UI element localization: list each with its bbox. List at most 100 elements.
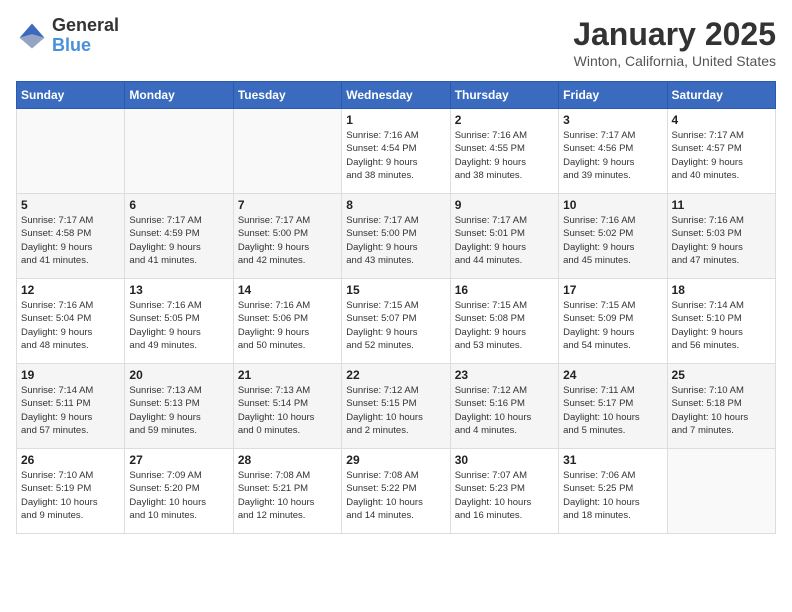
calendar-cell: 6 Sunrise: 7:17 AM Sunset: 4:59 PM Daylig… bbox=[125, 194, 233, 279]
weekday-header: Saturday bbox=[667, 82, 775, 109]
cell-content: Sunrise: 7:13 AM Sunset: 5:13 PM Dayligh… bbox=[129, 384, 228, 437]
cell-content: Sunrise: 7:16 AM Sunset: 5:03 PM Dayligh… bbox=[672, 214, 771, 267]
day-number: 12 bbox=[21, 283, 120, 297]
day-number: 22 bbox=[346, 368, 445, 382]
calendar-week-row: 19 Sunrise: 7:14 AM Sunset: 5:11 PM Dayli… bbox=[17, 364, 776, 449]
logo-line1: General bbox=[52, 16, 119, 36]
day-number: 15 bbox=[346, 283, 445, 297]
cell-content: Sunrise: 7:06 AM Sunset: 5:25 PM Dayligh… bbox=[563, 469, 662, 522]
cell-content: Sunrise: 7:08 AM Sunset: 5:22 PM Dayligh… bbox=[346, 469, 445, 522]
cell-content: Sunrise: 7:15 AM Sunset: 5:08 PM Dayligh… bbox=[455, 299, 554, 352]
weekday-header-row: SundayMondayTuesdayWednesdayThursdayFrid… bbox=[17, 82, 776, 109]
calendar-cell: 27 Sunrise: 7:09 AM Sunset: 5:20 PM Dayli… bbox=[125, 449, 233, 534]
day-number: 27 bbox=[129, 453, 228, 467]
cell-content: Sunrise: 7:12 AM Sunset: 5:16 PM Dayligh… bbox=[455, 384, 554, 437]
calendar-cell: 31 Sunrise: 7:06 AM Sunset: 5:25 PM Dayli… bbox=[559, 449, 667, 534]
calendar-cell: 14 Sunrise: 7:16 AM Sunset: 5:06 PM Dayli… bbox=[233, 279, 341, 364]
weekday-header: Tuesday bbox=[233, 82, 341, 109]
weekday-header: Wednesday bbox=[342, 82, 450, 109]
cell-content: Sunrise: 7:17 AM Sunset: 4:59 PM Dayligh… bbox=[129, 214, 228, 267]
cell-content: Sunrise: 7:17 AM Sunset: 4:57 PM Dayligh… bbox=[672, 129, 771, 182]
weekday-header: Friday bbox=[559, 82, 667, 109]
day-number: 4 bbox=[672, 113, 771, 127]
calendar-cell: 17Sunrise: 7:15 AM Sunset: 5:09 PM Dayli… bbox=[559, 279, 667, 364]
cell-content: Sunrise: 7:16 AM Sunset: 5:05 PM Dayligh… bbox=[129, 299, 228, 352]
day-number: 24 bbox=[563, 368, 662, 382]
cell-content: Sunrise: 7:16 AM Sunset: 5:02 PM Dayligh… bbox=[563, 214, 662, 267]
day-number: 20 bbox=[129, 368, 228, 382]
logo-text: General Blue bbox=[52, 16, 119, 56]
day-number: 16 bbox=[455, 283, 554, 297]
page-subtitle: Winton, California, United States bbox=[573, 53, 776, 69]
logo-icon bbox=[16, 20, 48, 52]
calendar-cell: 11 Sunrise: 7:16 AM Sunset: 5:03 PM Dayli… bbox=[667, 194, 775, 279]
day-number: 6 bbox=[129, 198, 228, 212]
cell-content: Sunrise: 7:11 AM Sunset: 5:17 PM Dayligh… bbox=[563, 384, 662, 437]
cell-content: Sunrise: 7:12 AM Sunset: 5:15 PM Dayligh… bbox=[346, 384, 445, 437]
logo: General Blue bbox=[16, 16, 119, 56]
cell-content: Sunrise: 7:17 AM Sunset: 4:58 PM Dayligh… bbox=[21, 214, 120, 267]
day-number: 1 bbox=[346, 113, 445, 127]
cell-content: Sunrise: 7:08 AM Sunset: 5:21 PM Dayligh… bbox=[238, 469, 337, 522]
cell-content: Sunrise: 7:15 AM Sunset: 5:09 PM Dayligh… bbox=[563, 299, 662, 352]
day-number: 31 bbox=[563, 453, 662, 467]
weekday-header: Sunday bbox=[17, 82, 125, 109]
calendar-cell: 20 Sunrise: 7:13 AM Sunset: 5:13 PM Dayli… bbox=[125, 364, 233, 449]
calendar-table: SundayMondayTuesdayWednesdayThursdayFrid… bbox=[16, 81, 776, 534]
cell-content: Sunrise: 7:13 AM Sunset: 5:14 PM Dayligh… bbox=[238, 384, 337, 437]
day-number: 28 bbox=[238, 453, 337, 467]
page-title: January 2025 bbox=[573, 16, 776, 53]
calendar-body: 1 Sunrise: 7:16 AM Sunset: 4:54 PM Daylig… bbox=[17, 109, 776, 534]
cell-content: Sunrise: 7:14 AM Sunset: 5:10 PM Dayligh… bbox=[672, 299, 771, 352]
cell-content: Sunrise: 7:17 AM Sunset: 5:00 PM Dayligh… bbox=[346, 214, 445, 267]
cell-content: Sunrise: 7:16 AM Sunset: 5:06 PM Dayligh… bbox=[238, 299, 337, 352]
calendar-header: SundayMondayTuesdayWednesdayThursdayFrid… bbox=[17, 82, 776, 109]
calendar-week-row: 26Sunrise: 7:10 AM Sunset: 5:19 PM Dayli… bbox=[17, 449, 776, 534]
weekday-header: Thursday bbox=[450, 82, 558, 109]
calendar-cell: 4 Sunrise: 7:17 AM Sunset: 4:57 PM Daylig… bbox=[667, 109, 775, 194]
calendar-cell: 26Sunrise: 7:10 AM Sunset: 5:19 PM Dayli… bbox=[17, 449, 125, 534]
day-number: 29 bbox=[346, 453, 445, 467]
calendar-cell: 16 Sunrise: 7:15 AM Sunset: 5:08 PM Dayli… bbox=[450, 279, 558, 364]
calendar-cell: 22 Sunrise: 7:12 AM Sunset: 5:15 PM Dayli… bbox=[342, 364, 450, 449]
calendar-cell: 2 Sunrise: 7:16 AM Sunset: 4:55 PM Daylig… bbox=[450, 109, 558, 194]
cell-content: Sunrise: 7:10 AM Sunset: 5:19 PM Dayligh… bbox=[21, 469, 120, 522]
day-number: 7 bbox=[238, 198, 337, 212]
cell-content: Sunrise: 7:16 AM Sunset: 5:04 PM Dayligh… bbox=[21, 299, 120, 352]
calendar-cell: 28 Sunrise: 7:08 AM Sunset: 5:21 PM Dayli… bbox=[233, 449, 341, 534]
cell-content: Sunrise: 7:16 AM Sunset: 4:55 PM Dayligh… bbox=[455, 129, 554, 182]
calendar-cell: 12 Sunrise: 7:16 AM Sunset: 5:04 PM Dayli… bbox=[17, 279, 125, 364]
calendar-cell bbox=[17, 109, 125, 194]
cell-content: Sunrise: 7:09 AM Sunset: 5:20 PM Dayligh… bbox=[129, 469, 228, 522]
calendar-cell: 5 Sunrise: 7:17 AM Sunset: 4:58 PM Daylig… bbox=[17, 194, 125, 279]
cell-content: Sunrise: 7:14 AM Sunset: 5:11 PM Dayligh… bbox=[21, 384, 120, 437]
calendar-cell: 21Sunrise: 7:13 AM Sunset: 5:14 PM Dayli… bbox=[233, 364, 341, 449]
day-number: 9 bbox=[455, 198, 554, 212]
calendar-week-row: 1 Sunrise: 7:16 AM Sunset: 4:54 PM Daylig… bbox=[17, 109, 776, 194]
day-number: 11 bbox=[672, 198, 771, 212]
day-number: 2 bbox=[455, 113, 554, 127]
day-number: 19 bbox=[21, 368, 120, 382]
cell-content: Sunrise: 7:07 AM Sunset: 5:23 PM Dayligh… bbox=[455, 469, 554, 522]
day-number: 18 bbox=[672, 283, 771, 297]
page-header: General Blue January 2025 Winton, Califo… bbox=[16, 16, 776, 69]
cell-content: Sunrise: 7:15 AM Sunset: 5:07 PM Dayligh… bbox=[346, 299, 445, 352]
calendar-cell: 15 Sunrise: 7:15 AM Sunset: 5:07 PM Dayli… bbox=[342, 279, 450, 364]
weekday-header: Monday bbox=[125, 82, 233, 109]
cell-content: Sunrise: 7:17 AM Sunset: 5:00 PM Dayligh… bbox=[238, 214, 337, 267]
calendar-cell: 23Sunrise: 7:12 AM Sunset: 5:16 PM Dayli… bbox=[450, 364, 558, 449]
day-number: 13 bbox=[129, 283, 228, 297]
calendar-cell: 7 Sunrise: 7:17 AM Sunset: 5:00 PM Daylig… bbox=[233, 194, 341, 279]
day-number: 30 bbox=[455, 453, 554, 467]
day-number: 25 bbox=[672, 368, 771, 382]
cell-content: Sunrise: 7:16 AM Sunset: 4:54 PM Dayligh… bbox=[346, 129, 445, 182]
calendar-cell: 24 Sunrise: 7:11 AM Sunset: 5:17 PM Dayli… bbox=[559, 364, 667, 449]
calendar-week-row: 12 Sunrise: 7:16 AM Sunset: 5:04 PM Dayli… bbox=[17, 279, 776, 364]
calendar-cell: 13 Sunrise: 7:16 AM Sunset: 5:05 PM Dayli… bbox=[125, 279, 233, 364]
calendar-cell: 1 Sunrise: 7:16 AM Sunset: 4:54 PM Daylig… bbox=[342, 109, 450, 194]
day-number: 5 bbox=[21, 198, 120, 212]
cell-content: Sunrise: 7:17 AM Sunset: 4:56 PM Dayligh… bbox=[563, 129, 662, 182]
day-number: 14 bbox=[238, 283, 337, 297]
day-number: 8 bbox=[346, 198, 445, 212]
calendar-cell bbox=[233, 109, 341, 194]
